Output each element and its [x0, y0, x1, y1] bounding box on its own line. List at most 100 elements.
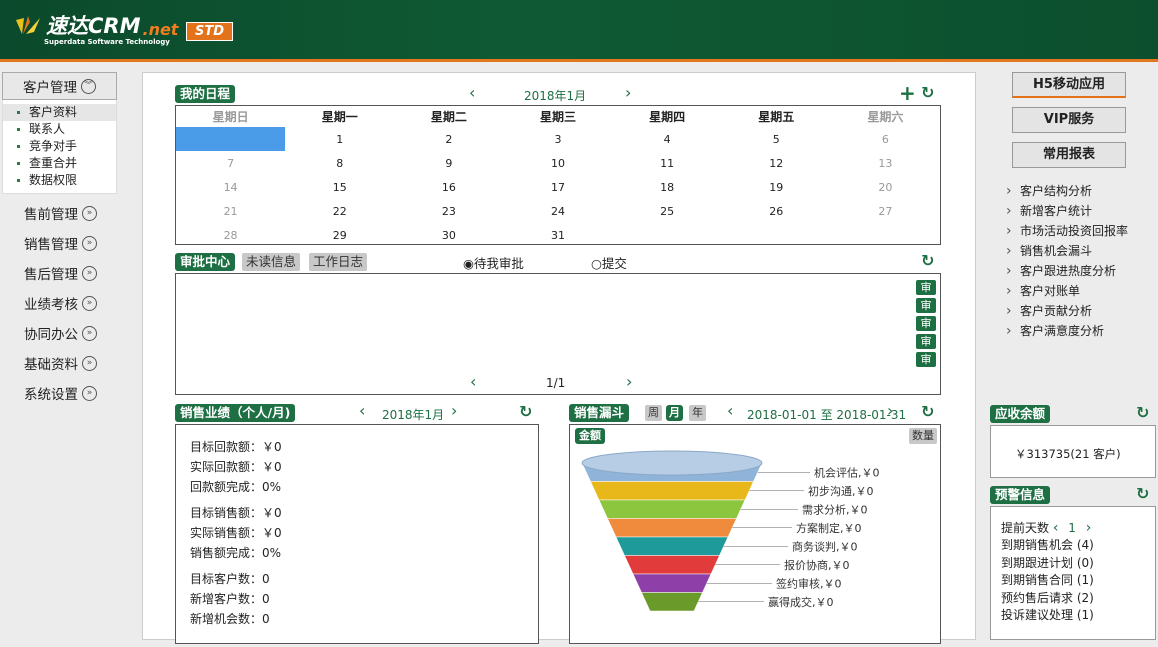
calendar-day[interactable]: 31: [503, 223, 612, 247]
alert-item[interactable]: 到期跟进计划 (0): [1001, 555, 1155, 573]
alert-item[interactable]: 到期销售机会 (4): [1001, 537, 1155, 555]
calendar-day[interactable]: [722, 223, 831, 247]
calendar-day[interactable]: 6: [831, 127, 940, 151]
report-link[interactable]: 市场活动投资回报率: [988, 221, 1158, 241]
calendar-day[interactable]: 17: [503, 175, 612, 199]
refresh-icon[interactable]: ↻: [1136, 403, 1149, 422]
calendar-day[interactable]: 30: [394, 223, 503, 247]
menu-basic-data[interactable]: 基础资料»: [0, 348, 120, 378]
prev-period-icon[interactable]: ‹: [727, 401, 733, 420]
calendar-day[interactable]: 18: [613, 175, 722, 199]
funnel-segment[interactable]: [598, 499, 746, 519]
radio-submit[interactable]: ○提交: [591, 253, 627, 272]
calendar-day[interactable]: 3: [503, 127, 612, 151]
calendar-day[interactable]: 4: [613, 127, 722, 151]
alert-item[interactable]: 预约售后请求 (2): [1001, 590, 1155, 608]
calendar-day[interactable]: [613, 223, 722, 247]
menu-customer-management[interactable]: 客户管理 ︾: [2, 72, 117, 100]
approve-button[interactable]: 审: [916, 352, 936, 367]
calendar-day[interactable]: 19: [722, 175, 831, 199]
vip-service-button[interactable]: VIP服务: [1012, 107, 1126, 133]
refresh-icon[interactable]: ↻: [921, 83, 934, 102]
submenu-item-competitors[interactable]: 竞争对手: [3, 138, 116, 155]
approve-button[interactable]: 审: [916, 334, 936, 349]
menu-performance[interactable]: 业绩考核»: [0, 288, 120, 318]
quantity-button[interactable]: 数量: [909, 428, 937, 444]
tab-year[interactable]: 年: [689, 405, 706, 421]
funnel-segment[interactable]: [641, 592, 703, 612]
tab-work-log[interactable]: 工作日志: [309, 253, 368, 271]
approve-button[interactable]: 审: [916, 316, 936, 331]
tab-month[interactable]: 月: [666, 405, 683, 421]
add-icon[interactable]: +: [899, 81, 916, 105]
calendar-day[interactable]: 13: [831, 151, 940, 175]
menu-presales[interactable]: 售前管理»: [0, 198, 120, 228]
calendar-day[interactable]: 14: [176, 175, 285, 199]
radio-pending[interactable]: ◉待我审批: [463, 253, 524, 272]
calendar-day[interactable]: 5: [722, 127, 831, 151]
calendar-day[interactable]: 2: [394, 127, 503, 151]
calendar-day[interactable]: 16: [394, 175, 503, 199]
report-link[interactable]: 客户贡献分析: [988, 301, 1158, 321]
calendar-day[interactable]: 23: [394, 199, 503, 223]
funnel-segment[interactable]: [615, 536, 729, 556]
calendar-day[interactable]: 20: [831, 175, 940, 199]
calendar-day[interactable]: 28: [176, 223, 285, 247]
report-link[interactable]: 客户满意度分析: [988, 321, 1158, 341]
calendar-day[interactable]: 12: [722, 151, 831, 175]
calendar-day[interactable]: 7: [176, 151, 285, 175]
report-link[interactable]: 客户对账单: [988, 281, 1158, 301]
approve-button[interactable]: 审: [916, 280, 936, 295]
increase-icon[interactable]: ›: [1086, 520, 1092, 536]
menu-system-settings[interactable]: 系统设置»: [0, 378, 120, 408]
next-month-icon[interactable]: ›: [451, 401, 457, 420]
submenu-item-permissions[interactable]: 数据权限: [3, 172, 116, 189]
next-month-icon[interactable]: ›: [625, 83, 631, 102]
calendar-day[interactable]: 26: [722, 199, 831, 223]
calendar-day[interactable]: 21: [176, 199, 285, 223]
refresh-icon[interactable]: ↻: [921, 402, 934, 421]
tab-week[interactable]: 周: [645, 405, 662, 421]
alert-item[interactable]: 到期销售合同 (1): [1001, 572, 1155, 590]
funnel-segment[interactable]: [632, 573, 712, 593]
tab-unread[interactable]: 未读信息: [242, 253, 301, 271]
prev-month-icon[interactable]: ‹: [359, 401, 365, 420]
decrease-icon[interactable]: ‹: [1053, 520, 1059, 536]
report-link[interactable]: 销售机会漏斗: [988, 241, 1158, 261]
submenu-item-dedupe[interactable]: 查重合并: [3, 155, 116, 172]
prev-month-icon[interactable]: ‹: [469, 83, 475, 102]
calendar-day[interactable]: 15: [285, 175, 394, 199]
calendar-day[interactable]: 24: [503, 199, 612, 223]
prev-page-icon[interactable]: ‹: [470, 372, 476, 391]
calendar-day[interactable]: 9: [394, 151, 503, 175]
menu-aftersales[interactable]: 售后管理»: [0, 258, 120, 288]
common-reports-button[interactable]: 常用报表: [1012, 142, 1126, 168]
calendar-day[interactable]: 1: [285, 127, 394, 151]
alert-item[interactable]: 投诉建议处理 (1): [1001, 607, 1155, 625]
calendar-day[interactable]: 8: [285, 151, 394, 175]
calendar-day[interactable]: 10: [503, 151, 612, 175]
calendar-day-selected[interactable]: [176, 127, 286, 151]
calendar-day[interactable]: 11: [613, 151, 722, 175]
calendar-day[interactable]: 29: [285, 223, 394, 247]
h5-mobile-button[interactable]: H5移动应用: [1012, 72, 1126, 98]
approve-button[interactable]: 审: [916, 298, 936, 313]
refresh-icon[interactable]: ↻: [1136, 484, 1149, 503]
calendar-day[interactable]: 27: [831, 199, 940, 223]
calendar-day[interactable]: 25: [613, 199, 722, 223]
submenu-item-customer-info[interactable]: 客户资料: [3, 104, 116, 121]
next-period-icon[interactable]: ›: [887, 401, 893, 420]
submenu-item-contacts[interactable]: 联系人: [3, 121, 116, 138]
report-link[interactable]: 客户跟进热度分析: [988, 261, 1158, 281]
refresh-icon[interactable]: ↻: [519, 402, 532, 421]
funnel-segment[interactable]: [624, 555, 720, 575]
amount-button[interactable]: 金额: [575, 428, 605, 444]
approval-title[interactable]: 审批中心: [175, 253, 236, 271]
funnel-segment[interactable]: [590, 481, 754, 501]
menu-sales[interactable]: 销售管理»: [0, 228, 120, 258]
funnel-segment[interactable]: [607, 518, 737, 538]
refresh-icon[interactable]: ↻: [921, 251, 934, 270]
report-link[interactable]: 新增客户统计: [988, 201, 1158, 221]
report-link[interactable]: 客户结构分析: [988, 181, 1158, 201]
menu-collaboration[interactable]: 协同办公»: [0, 318, 120, 348]
